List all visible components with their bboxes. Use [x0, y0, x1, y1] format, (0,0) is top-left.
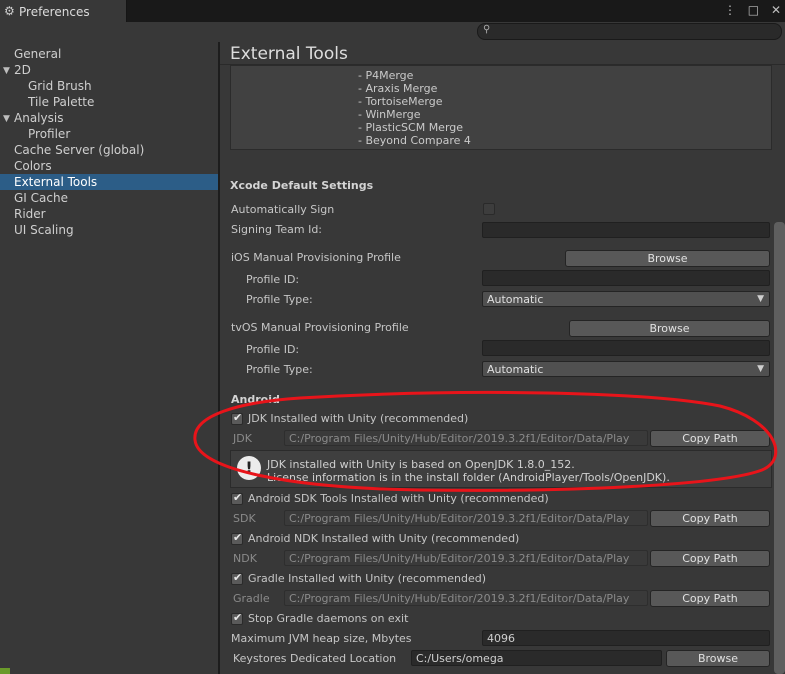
gradle-checkbox[interactable]: ✔ [231, 571, 243, 585]
ndk-label: NDK [233, 552, 257, 565]
jdk-label: JDK [233, 432, 252, 445]
keystores-field[interactable]: C:/Users/omega [411, 650, 662, 666]
list-item: - WinMerge [358, 108, 421, 121]
info-text-line2: License information is in the install fo… [267, 471, 670, 484]
info-icon: ! [237, 456, 261, 480]
dropdown-value: Automatic [487, 363, 544, 376]
jdk-copy-path-button[interactable]: Copy Path [650, 430, 770, 447]
jdk-info-box: ! JDK installed with Unity is based on O… [230, 450, 772, 488]
jdk-path-field[interactable]: C:/Program Files/Unity/Hub/Editor/2019.3… [284, 430, 648, 446]
sidebar-item-gi-cache[interactable]: GI Cache [14, 190, 68, 206]
sdk-path-field[interactable]: C:/Program Files/Unity/Hub/Editor/2019.3… [284, 510, 648, 526]
team-id-field[interactable] [482, 222, 770, 238]
keystores-browse-button[interactable]: Browse [666, 650, 770, 667]
android-heading: Android [231, 393, 280, 406]
ios-profile-label: iOS Manual Provisioning Profile [231, 251, 401, 264]
check-icon: ✔ [233, 411, 243, 424]
search-icon: ⚲ [483, 24, 491, 35]
check-icon: ✔ [233, 491, 243, 504]
preferences-tab[interactable]: ⚙ Preferences [0, 0, 127, 22]
gradle-check-label: Gradle Installed with Unity (recommended… [248, 572, 486, 585]
gradle-label: Gradle [233, 592, 270, 605]
window-controls: ⋮ □ ✕ [716, 3, 781, 17]
ios-profile-id-field[interactable] [482, 270, 770, 286]
gear-icon: ⚙ [4, 4, 15, 18]
sdk-label: SDK [233, 512, 256, 525]
ndk-checkbox[interactable]: ✔ [231, 531, 243, 545]
chevron-down-icon: ▼ [757, 364, 764, 374]
check-icon: ✔ [233, 611, 243, 624]
team-id-label: Signing Team Id: [231, 223, 323, 236]
close-icon[interactable]: ✕ [771, 3, 781, 17]
title-bar: ⚙ Preferences ⋮ □ ✕ [0, 0, 785, 23]
window-title: Preferences [19, 5, 90, 19]
merge-tools-list: - P4Merge - Araxis Merge - TortoiseMerge… [230, 65, 772, 150]
jvm-heap-label: Maximum JVM heap size, Mbytes [231, 632, 412, 645]
search-bar-row: ⚲ [0, 22, 785, 42]
auto-sign-checkbox[interactable] [483, 203, 495, 215]
sidebar-item-analysis[interactable]: Analysis [14, 110, 63, 126]
gradle-path-field[interactable]: C:/Program Files/Unity/Hub/Editor/2019.3… [284, 590, 648, 606]
tvos-profile-label: tvOS Manual Provisioning Profile [231, 321, 409, 334]
jvm-heap-field[interactable]: 4096 [482, 630, 770, 646]
sidebar-item-tile-palette[interactable]: Tile Palette [28, 94, 94, 110]
tvos-profile-id-field[interactable] [482, 340, 770, 356]
stop-gradle-checkbox[interactable]: ✔ [231, 611, 243, 625]
tvos-browse-button[interactable]: Browse [569, 320, 770, 337]
list-item: - PlasticSCM Merge [358, 121, 464, 134]
content-panel: External Tools - P4Merge - Araxis Merge … [220, 42, 785, 674]
chevron-down-icon: ▼ [757, 294, 764, 304]
auto-sign-label: Automatically Sign [231, 203, 335, 216]
sidebar-item-2d[interactable]: 2D [14, 62, 31, 78]
jdk-checkbox[interactable]: ✔ [231, 411, 243, 425]
ndk-check-label: Android NDK Installed with Unity (recomm… [248, 532, 520, 545]
sidebar-item-profiler[interactable]: Profiler [28, 126, 70, 142]
jdk-check-label: JDK Installed with Unity (recommended) [248, 412, 469, 425]
list-item: - Beyond Compare 4 [358, 134, 471, 147]
sidebar-item-cache-server[interactable]: Cache Server (global) [14, 142, 144, 158]
menu-icon[interactable]: ⋮ [724, 3, 736, 17]
ios-profile-id-label: Profile ID: [246, 273, 300, 286]
ios-browse-button[interactable]: Browse [565, 250, 770, 267]
sdk-copy-path-button[interactable]: Copy Path [650, 510, 770, 527]
sidebar-item-grid-brush[interactable]: Grid Brush [28, 78, 92, 94]
maximize-icon[interactable]: □ [748, 3, 759, 17]
taskbar-fragment [0, 668, 10, 674]
sidebar-item-external-tools[interactable]: External Tools [0, 174, 218, 190]
tvos-profile-type-label: Profile Type: [246, 363, 313, 376]
tvos-profile-id-label: Profile ID: [246, 343, 300, 356]
stop-gradle-label: Stop Gradle daemons on exit [248, 612, 409, 625]
info-text-line1: JDK installed with Unity is based on Ope… [267, 458, 575, 471]
ios-profile-type-dropdown[interactable]: Automatic ▼ [482, 291, 770, 307]
sidebar-item-general[interactable]: General [14, 46, 61, 62]
page-title: External Tools [230, 44, 348, 64]
list-item: - TortoiseMerge [358, 95, 443, 108]
ios-profile-type-label: Profile Type: [246, 293, 313, 306]
gradle-copy-path-button[interactable]: Copy Path [650, 590, 770, 607]
search-input[interactable]: ⚲ [477, 23, 782, 40]
keystores-label: Keystores Dedicated Location [233, 652, 397, 665]
list-item: - Araxis Merge [358, 82, 438, 95]
list-item: - P4Merge [358, 69, 414, 82]
ndk-path-field[interactable]: C:/Program Files/Unity/Hub/Editor/2019.3… [284, 550, 648, 566]
sidebar-item-colors[interactable]: Colors [14, 158, 52, 174]
check-icon: ✔ [233, 571, 243, 584]
sidebar-item-rider[interactable]: Rider [14, 206, 46, 222]
scrollbar[interactable] [774, 222, 785, 674]
dropdown-value: Automatic [487, 293, 544, 306]
sidebar-item-ui-scaling[interactable]: UI Scaling [14, 222, 74, 238]
tvos-profile-type-dropdown[interactable]: Automatic ▼ [482, 361, 770, 377]
chevron-down-icon[interactable]: ▼ [3, 114, 10, 124]
sdk-check-label: Android SDK Tools Installed with Unity (… [248, 492, 549, 505]
sidebar: General ▼ 2D Grid Brush Tile Palette ▼ A… [0, 42, 220, 674]
check-icon: ✔ [233, 531, 243, 544]
chevron-down-icon[interactable]: ▼ [3, 66, 10, 76]
sdk-checkbox[interactable]: ✔ [231, 491, 243, 505]
xcode-heading: Xcode Default Settings [230, 179, 374, 192]
ndk-copy-path-button[interactable]: Copy Path [650, 550, 770, 567]
